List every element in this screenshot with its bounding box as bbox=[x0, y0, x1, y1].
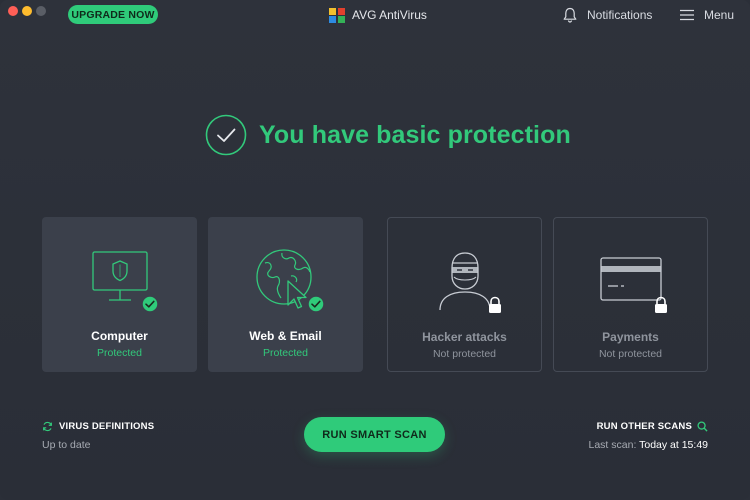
app-window: UPGRADE NOW AVG AntiVirus Notifications bbox=[0, 0, 750, 500]
other-scans: RUN OTHER SCANS Last scan: Today at 15:4… bbox=[589, 421, 709, 451]
card-web-email[interactable]: Web & Email Protected bbox=[208, 217, 363, 372]
run-other-scans-link[interactable]: RUN OTHER SCANS bbox=[589, 421, 709, 432]
search-icon bbox=[697, 421, 708, 432]
virus-definitions-title: VIRUS DEFINITIONS bbox=[59, 421, 155, 432]
hamburger-icon bbox=[680, 9, 694, 21]
card-label: Web & Email bbox=[249, 329, 322, 343]
zoom-window-button[interactable] bbox=[36, 6, 46, 16]
run-other-scans-title: RUN OTHER SCANS bbox=[596, 421, 692, 432]
card-computer[interactable]: Computer Protected bbox=[42, 217, 197, 372]
headline-text: You have basic protection bbox=[259, 120, 571, 149]
close-window-button[interactable] bbox=[8, 6, 18, 16]
bell-icon bbox=[563, 7, 577, 23]
lock-icon bbox=[654, 296, 667, 313]
card-status: Not protected bbox=[432, 348, 497, 360]
app-title: AVG AntiVirus bbox=[328, 5, 427, 25]
card-label: Computer bbox=[91, 329, 148, 343]
card-icon bbox=[251, 245, 325, 315]
card-label: Hacker attacks bbox=[422, 330, 507, 344]
card-payments[interactable]: Payments Not protected bbox=[553, 217, 708, 372]
title-bar: UPGRADE NOW AVG AntiVirus Notifications bbox=[0, 0, 750, 30]
upgrade-now-button[interactable]: UPGRADE NOW bbox=[68, 5, 158, 24]
protection-headline: You have basic protection bbox=[205, 114, 571, 156]
lock-icon bbox=[488, 296, 501, 313]
card-status: Not protected bbox=[598, 348, 663, 360]
card-status: Protected bbox=[97, 347, 142, 359]
app-title-text: AVG AntiVirus bbox=[352, 8, 427, 22]
notifications-button[interactable]: Notifications bbox=[563, 5, 652, 25]
last-scan-prefix: Last scan: bbox=[588, 439, 637, 451]
virus-definitions: VIRUS DEFINITIONS Up to date bbox=[42, 421, 154, 451]
virus-definitions-link[interactable]: VIRUS DEFINITIONS bbox=[42, 421, 154, 432]
menu-label: Menu bbox=[704, 8, 735, 22]
virus-definitions-status: Up to date bbox=[42, 439, 91, 451]
avg-logo-icon bbox=[329, 8, 345, 23]
card-status: Protected bbox=[263, 347, 308, 359]
notifications-label: Notifications bbox=[587, 8, 653, 22]
check-circle-icon bbox=[205, 114, 247, 156]
last-scan-time: Today at 15:49 bbox=[639, 439, 708, 451]
run-smart-scan-button[interactable]: RUN SMART SCAN bbox=[304, 417, 445, 452]
menu-button[interactable]: Menu bbox=[680, 5, 734, 25]
card-label: Payments bbox=[602, 330, 659, 344]
refresh-icon bbox=[43, 421, 52, 432]
last-scan-info: Last scan: Today at 15:49 bbox=[589, 439, 709, 451]
card-hacker-attacks[interactable]: Hacker attacks Not protected bbox=[387, 217, 542, 372]
checkmark-badge-icon bbox=[140, 295, 159, 313]
card-icon bbox=[596, 246, 667, 316]
card-icon bbox=[430, 246, 501, 316]
checkmark-badge-icon bbox=[306, 295, 325, 313]
minimize-window-button[interactable] bbox=[22, 6, 32, 16]
card-icon bbox=[85, 245, 159, 315]
